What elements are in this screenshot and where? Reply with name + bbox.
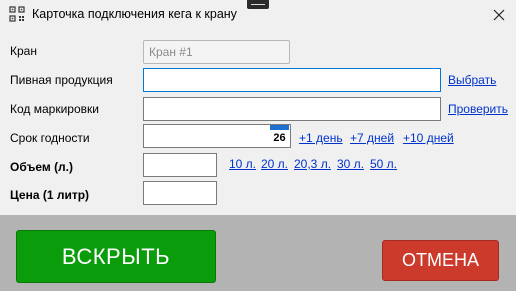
expiry-date-field[interactable]	[143, 124, 291, 148]
volume-label: Объем (л.)	[10, 160, 74, 174]
plus-7-days-link[interactable]: +7 дней	[350, 131, 394, 145]
marking-code-field[interactable]	[143, 97, 441, 121]
marking-label: Код маркировки	[10, 102, 99, 116]
price-label: Цена (1 литр)	[10, 188, 90, 202]
close-button[interactable]	[482, 2, 516, 28]
open-keg-button[interactable]: ВСКРЫТЬ	[16, 230, 216, 283]
close-icon	[493, 9, 505, 21]
expiry-label: Срок годности	[10, 131, 90, 145]
beer-label: Пивная продукция	[10, 73, 113, 87]
check-marking-link[interactable]: Проверить	[448, 102, 508, 116]
action-bar: ВСКРЫТЬ ОТМЕНА	[0, 215, 516, 291]
volume-50-link[interactable]: 50 л.	[370, 157, 397, 171]
calendar-icon	[270, 125, 289, 130]
calendar-button[interactable]: 26	[270, 125, 289, 147]
tap-field	[143, 40, 290, 64]
select-beer-link[interactable]: Выбрать	[448, 73, 496, 87]
drag-handle[interactable]	[247, 0, 269, 9]
cancel-button[interactable]: ОТМЕНА	[382, 240, 499, 281]
tap-label: Кран	[10, 44, 37, 58]
app-grid-icon	[9, 6, 25, 22]
beer-field[interactable]	[143, 68, 441, 92]
title-bar: Карточка подключения кега к крану	[0, 0, 516, 30]
keg-form: Кран Пивная продукция Выбрать Код маркир…	[0, 30, 516, 215]
window-title: Карточка подключения кега к крану	[32, 7, 237, 21]
calendar-day: 26	[273, 132, 286, 144]
plus-1-day-link[interactable]: +1 день	[299, 131, 343, 145]
price-field[interactable]	[143, 181, 217, 205]
volume-30-link[interactable]: 30 л.	[337, 157, 364, 171]
volume-10-link[interactable]: 10 л.	[229, 157, 256, 171]
volume-20-link[interactable]: 20 л.	[261, 157, 288, 171]
volume-20-3-link[interactable]: 20,3 л.	[294, 157, 331, 171]
volume-field[interactable]	[143, 153, 217, 177]
plus-10-days-link[interactable]: +10 дней	[403, 131, 454, 145]
